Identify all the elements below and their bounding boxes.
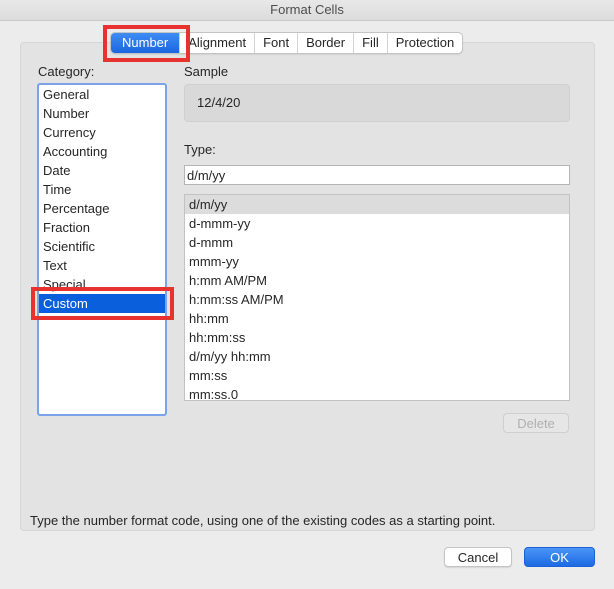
category-item-time[interactable]: Time	[39, 180, 165, 199]
category-item-special[interactable]: Special	[39, 275, 165, 294]
sample-preview: 12/4/20	[184, 84, 570, 122]
tab-alignment[interactable]: Alignment	[180, 33, 256, 53]
format-code-item[interactable]: d-mmm-yy	[185, 214, 569, 233]
window-title: Format Cells	[270, 2, 344, 17]
format-code-item[interactable]: d/m/yy	[185, 195, 569, 214]
category-item-custom[interactable]: Custom	[39, 294, 165, 313]
format-code-item[interactable]: hh:mm:ss	[185, 328, 569, 347]
format-code-list[interactable]: d/m/yy d-mmm-yy d-mmm mmm-yy h:mm AM/PM …	[184, 194, 570, 401]
format-code-item[interactable]: d-mmm	[185, 233, 569, 252]
category-item-percentage[interactable]: Percentage	[39, 199, 165, 218]
format-code-item[interactable]: hh:mm	[185, 309, 569, 328]
category-label: Category:	[38, 64, 95, 79]
format-code-item[interactable]: h:mm AM/PM	[185, 271, 569, 290]
format-code-item[interactable]: d/m/yy hh:mm	[185, 347, 569, 366]
cancel-button[interactable]: Cancel	[444, 547, 512, 567]
sample-label: Sample	[184, 64, 229, 79]
format-code-item[interactable]: mm:ss	[185, 366, 569, 385]
category-item-text[interactable]: Text	[39, 256, 165, 275]
ok-button[interactable]: OK	[524, 547, 595, 567]
category-item-date[interactable]: Date	[39, 161, 165, 180]
category-item-accounting[interactable]: Accounting	[39, 142, 165, 161]
tab-protection[interactable]: Protection	[388, 33, 463, 53]
category-item-general[interactable]: General	[39, 85, 165, 104]
tab-number[interactable]: Number	[111, 33, 181, 53]
hint-text: Type the number format code, using one o…	[30, 513, 496, 528]
format-code-item[interactable]: mm:ss.0	[185, 385, 569, 400]
sample-value: 12/4/20	[197, 95, 241, 110]
format-code-item[interactable]: h:mm:ss AM/PM	[185, 290, 569, 309]
category-item-currency[interactable]: Currency	[39, 123, 165, 142]
category-item-scientific[interactable]: Scientific	[39, 237, 165, 256]
type-format-input[interactable]	[184, 165, 570, 185]
category-list[interactable]: General Number Currency Accounting Date …	[37, 83, 167, 416]
tab-fill[interactable]: Fill	[354, 33, 388, 53]
tab-font[interactable]: Font	[255, 33, 299, 53]
type-label: Type:	[184, 142, 216, 157]
category-item-number[interactable]: Number	[39, 104, 165, 123]
format-code-item[interactable]: mmm-yy	[185, 252, 569, 271]
delete-button[interactable]: Delete	[503, 413, 569, 433]
tab-border[interactable]: Border	[298, 33, 355, 53]
tab-bar: Number Alignment Font Border Fill Protec…	[110, 32, 464, 54]
window-title-bar: Format Cells	[0, 0, 614, 21]
category-item-fraction[interactable]: Fraction	[39, 218, 165, 237]
